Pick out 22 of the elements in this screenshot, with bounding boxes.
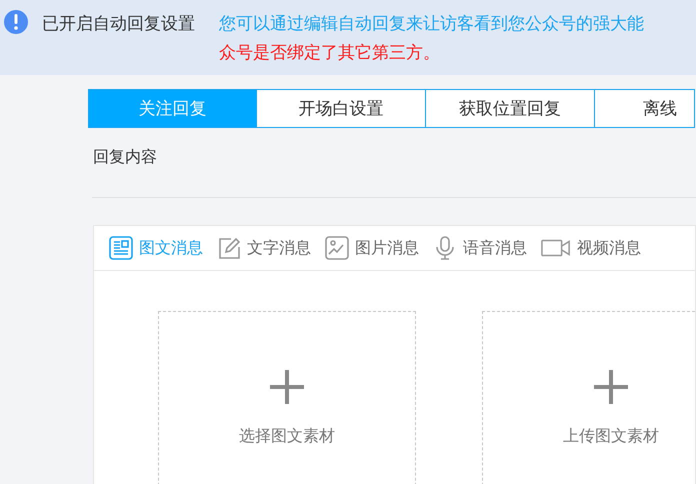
- pencil-icon: [217, 236, 241, 260]
- alert-icon: [4, 10, 28, 34]
- banner-title: 已开启自动回复设置: [42, 13, 196, 36]
- news-icon: [109, 236, 133, 260]
- message-type-tab[interactable]: 图片消息: [325, 236, 419, 260]
- microphone-icon: [433, 236, 457, 260]
- image-icon: [325, 236, 349, 260]
- message-type-tab[interactable]: 文字消息: [217, 236, 311, 260]
- plus-icon: [270, 370, 304, 404]
- tab[interactable]: 离线: [595, 89, 695, 128]
- tab[interactable]: 开场白设置: [257, 89, 426, 128]
- upload-card[interactable]: 上传图文素材: [482, 311, 696, 484]
- tab[interactable]: 获取位置回复: [426, 89, 595, 128]
- warning-text: 众号是否绑定了其它第三方。: [219, 42, 441, 64]
- card-label: 上传图文素材: [563, 426, 659, 447]
- notice-text: 您可以通过编辑自动回复来让访客看到您公众号的强大能: [219, 13, 644, 35]
- message-type-tab[interactable]: 视频消息: [541, 236, 641, 260]
- section-label: 回复内容: [93, 147, 158, 168]
- card-label: 选择图文素材: [239, 426, 335, 447]
- plus-icon: [594, 370, 628, 404]
- message-type-tab[interactable]: 语音消息: [433, 236, 527, 260]
- upload-card[interactable]: 选择图文素材: [158, 311, 416, 484]
